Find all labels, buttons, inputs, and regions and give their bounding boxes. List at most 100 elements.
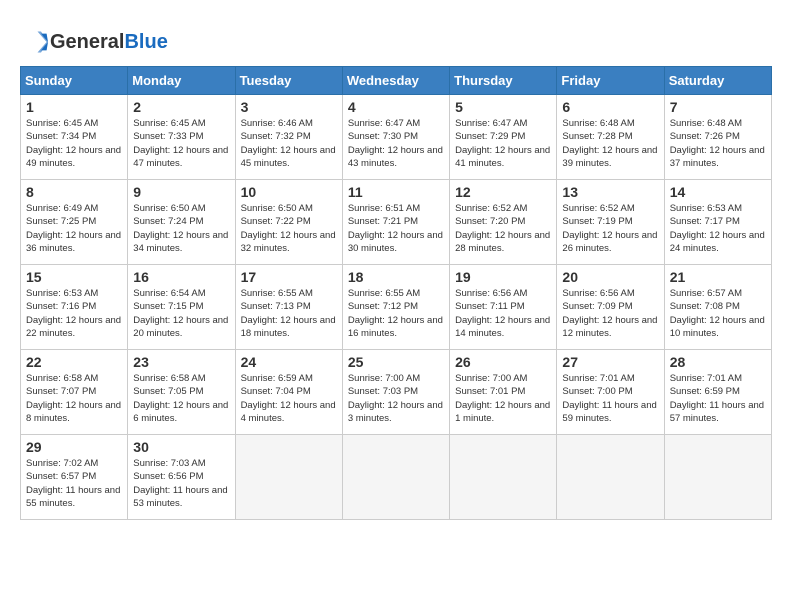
calendar-cell xyxy=(342,435,449,520)
calendar-cell: 29 Sunrise: 7:02 AMSunset: 6:57 PMDayligh… xyxy=(21,435,128,520)
calendar-cell: 24 Sunrise: 6:59 AMSunset: 7:04 PMDayligh… xyxy=(235,350,342,435)
calendar-cell: 21 Sunrise: 6:57 AMSunset: 7:08 PMDayligh… xyxy=(664,265,771,350)
calendar-cell: 27Sunrise: 7:01 AMSunset: 7:00 PMDayligh… xyxy=(557,350,664,435)
day-info: Sunrise: 6:58 AMSunset: 7:07 PMDaylight:… xyxy=(26,372,122,425)
calendar-cell xyxy=(557,435,664,520)
calendar-cell: 13 Sunrise: 6:52 AMSunset: 7:19 PMDayligh… xyxy=(557,180,664,265)
day-number: 23 xyxy=(133,354,229,370)
calendar-cell: 3 Sunrise: 6:46 AMSunset: 7:32 PMDaylight… xyxy=(235,95,342,180)
day-number: 13 xyxy=(562,184,658,200)
weekday-header-tuesday: Tuesday xyxy=(235,67,342,95)
logo-icon xyxy=(20,28,48,56)
day-number: 9 xyxy=(133,184,229,200)
day-number: 6 xyxy=(562,99,658,115)
calendar-cell: 22 Sunrise: 6:58 AMSunset: 7:07 PMDayligh… xyxy=(21,350,128,435)
day-info: Sunrise: 7:00 AMSunset: 7:01 PMDaylight:… xyxy=(455,372,551,425)
day-number: 3 xyxy=(241,99,337,115)
day-info: Sunrise: 6:51 AMSunset: 7:21 PMDaylight:… xyxy=(348,202,444,255)
weekday-header-saturday: Saturday xyxy=(664,67,771,95)
calendar-cell: 5 Sunrise: 6:47 AMSunset: 7:29 PMDaylight… xyxy=(450,95,557,180)
day-number: 27 xyxy=(562,354,658,370)
calendar-cell: 19 Sunrise: 6:56 AMSunset: 7:11 PMDayligh… xyxy=(450,265,557,350)
day-number: 4 xyxy=(348,99,444,115)
weekday-header-wednesday: Wednesday xyxy=(342,67,449,95)
calendar-cell: 11 Sunrise: 6:51 AMSunset: 7:21 PMDayligh… xyxy=(342,180,449,265)
day-info: Sunrise: 6:55 AMSunset: 7:13 PMDaylight:… xyxy=(241,287,337,340)
calendar-cell: 14 Sunrise: 6:53 AMSunset: 7:17 PMDayligh… xyxy=(664,180,771,265)
calendar-cell: 28Sunrise: 7:01 AMSunset: 6:59 PMDayligh… xyxy=(664,350,771,435)
day-number: 22 xyxy=(26,354,122,370)
calendar-cell: 1 Sunrise: 6:45 AMSunset: 7:34 PMDaylight… xyxy=(21,95,128,180)
day-info: Sunrise: 6:52 AMSunset: 7:20 PMDaylight:… xyxy=(455,202,551,255)
day-number: 26 xyxy=(455,354,551,370)
calendar-cell: 17 Sunrise: 6:55 AMSunset: 7:13 PMDayligh… xyxy=(235,265,342,350)
day-number: 15 xyxy=(26,269,122,285)
day-number: 10 xyxy=(241,184,337,200)
calendar-cell: 12Sunrise: 6:52 AMSunset: 7:20 PMDayligh… xyxy=(450,180,557,265)
day-info: Sunrise: 6:54 AMSunset: 7:15 PMDaylight:… xyxy=(133,287,229,340)
day-info: Sunrise: 6:46 AMSunset: 7:32 PMDaylight:… xyxy=(241,117,337,170)
day-info: Sunrise: 6:58 AMSunset: 7:05 PMDaylight:… xyxy=(133,372,229,425)
day-number: 25 xyxy=(348,354,444,370)
header: GeneralBlue xyxy=(20,20,772,56)
day-info: Sunrise: 6:56 AMSunset: 7:09 PMDaylight:… xyxy=(562,287,658,340)
calendar-cell: 25 Sunrise: 7:00 AMSunset: 7:03 PMDayligh… xyxy=(342,350,449,435)
day-number: 7 xyxy=(670,99,766,115)
day-info: Sunrise: 6:47 AMSunset: 7:30 PMDaylight:… xyxy=(348,117,444,170)
calendar-cell: 18 Sunrise: 6:55 AMSunset: 7:12 PMDayligh… xyxy=(342,265,449,350)
day-info: Sunrise: 7:03 AMSunset: 6:56 PMDaylight:… xyxy=(133,457,229,510)
calendar-table: SundayMondayTuesdayWednesdayThursdayFrid… xyxy=(20,66,772,520)
calendar-cell: 2 Sunrise: 6:45 AMSunset: 7:33 PMDaylight… xyxy=(128,95,235,180)
day-info: Sunrise: 6:56 AMSunset: 7:11 PMDaylight:… xyxy=(455,287,551,340)
calendar-cell: 7 Sunrise: 6:48 AMSunset: 7:26 PMDaylight… xyxy=(664,95,771,180)
day-info: Sunrise: 6:48 AMSunset: 7:26 PMDaylight:… xyxy=(670,117,766,170)
logo: GeneralBlue xyxy=(20,28,168,56)
day-info: Sunrise: 6:52 AMSunset: 7:19 PMDaylight:… xyxy=(562,202,658,255)
day-info: Sunrise: 6:57 AMSunset: 7:08 PMDaylight:… xyxy=(670,287,766,340)
day-number: 30 xyxy=(133,439,229,455)
calendar-cell: 20 Sunrise: 6:56 AMSunset: 7:09 PMDayligh… xyxy=(557,265,664,350)
day-number: 18 xyxy=(348,269,444,285)
weekday-header-monday: Monday xyxy=(128,67,235,95)
day-number: 16 xyxy=(133,269,229,285)
day-info: Sunrise: 6:49 AMSunset: 7:25 PMDaylight:… xyxy=(26,202,122,255)
day-number: 11 xyxy=(348,184,444,200)
day-number: 8 xyxy=(26,184,122,200)
day-number: 2 xyxy=(133,99,229,115)
day-info: Sunrise: 6:59 AMSunset: 7:04 PMDaylight:… xyxy=(241,372,337,425)
calendar-cell: 23 Sunrise: 6:58 AMSunset: 7:05 PMDayligh… xyxy=(128,350,235,435)
day-info: Sunrise: 7:02 AMSunset: 6:57 PMDaylight:… xyxy=(26,457,122,510)
day-info: Sunrise: 7:00 AMSunset: 7:03 PMDaylight:… xyxy=(348,372,444,425)
weekday-header-friday: Friday xyxy=(557,67,664,95)
day-info: Sunrise: 6:47 AMSunset: 7:29 PMDaylight:… xyxy=(455,117,551,170)
calendar-cell: 30 Sunrise: 7:03 AMSunset: 6:56 PMDayligh… xyxy=(128,435,235,520)
day-number: 1 xyxy=(26,99,122,115)
calendar-cell: 16 Sunrise: 6:54 AMSunset: 7:15 PMDayligh… xyxy=(128,265,235,350)
day-number: 5 xyxy=(455,99,551,115)
day-info: Sunrise: 6:53 AMSunset: 7:17 PMDaylight:… xyxy=(670,202,766,255)
day-info: Sunrise: 6:45 AMSunset: 7:33 PMDaylight:… xyxy=(133,117,229,170)
weekday-header-sunday: Sunday xyxy=(21,67,128,95)
weekday-header-thursday: Thursday xyxy=(450,67,557,95)
calendar-cell: 10 Sunrise: 6:50 AMSunset: 7:22 PMDayligh… xyxy=(235,180,342,265)
day-info: Sunrise: 6:55 AMSunset: 7:12 PMDaylight:… xyxy=(348,287,444,340)
day-number: 21 xyxy=(670,269,766,285)
calendar-cell xyxy=(450,435,557,520)
day-number: 19 xyxy=(455,269,551,285)
day-info: Sunrise: 6:53 AMSunset: 7:16 PMDaylight:… xyxy=(26,287,122,340)
day-number: 20 xyxy=(562,269,658,285)
day-info: Sunrise: 6:48 AMSunset: 7:28 PMDaylight:… xyxy=(562,117,658,170)
calendar-cell: 15 Sunrise: 6:53 AMSunset: 7:16 PMDayligh… xyxy=(21,265,128,350)
calendar-cell xyxy=(235,435,342,520)
calendar-cell: 4 Sunrise: 6:47 AMSunset: 7:30 PMDaylight… xyxy=(342,95,449,180)
day-number: 29 xyxy=(26,439,122,455)
calendar-cell: 9Sunrise: 6:50 AMSunset: 7:24 PMDaylight… xyxy=(128,180,235,265)
day-info: Sunrise: 6:45 AMSunset: 7:34 PMDaylight:… xyxy=(26,117,122,170)
day-info: Sunrise: 6:50 AMSunset: 7:22 PMDaylight:… xyxy=(241,202,337,255)
day-number: 17 xyxy=(241,269,337,285)
day-number: 28 xyxy=(670,354,766,370)
day-number: 14 xyxy=(670,184,766,200)
calendar-cell: 6 Sunrise: 6:48 AMSunset: 7:28 PMDaylight… xyxy=(557,95,664,180)
day-number: 24 xyxy=(241,354,337,370)
calendar-cell: 8 Sunrise: 6:49 AMSunset: 7:25 PMDaylight… xyxy=(21,180,128,265)
